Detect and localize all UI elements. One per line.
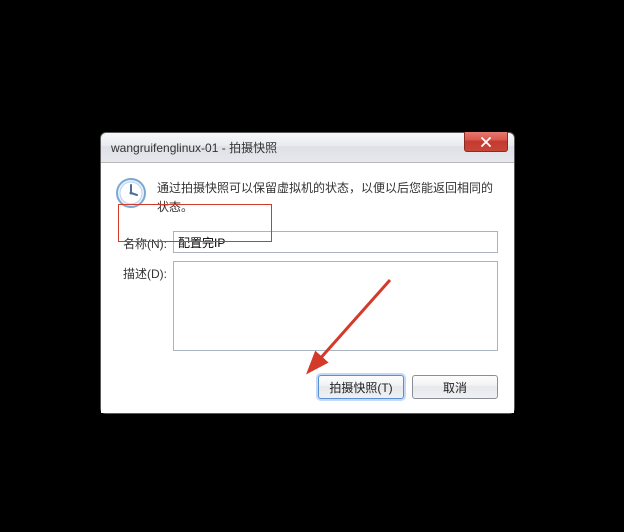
close-button[interactable] — [464, 132, 508, 152]
cancel-button[interactable]: 取消 — [412, 375, 498, 399]
name-row: 名称(N): — [115, 231, 498, 253]
clock-icon — [115, 177, 147, 209]
take-snapshot-button[interactable]: 拍摄快照(T) — [318, 375, 404, 399]
dialog-body: 通过拍摄快照可以保留虚拟机的状态，以便以后您能返回相同的状态。 名称(N): 描… — [101, 163, 514, 369]
titlebar[interactable]: wangruifenglinux-01 - 拍摄快照 — [101, 133, 514, 163]
name-input[interactable] — [173, 231, 498, 253]
snapshot-dialog: wangruifenglinux-01 - 拍摄快照 通过拍摄快照可以保留虚拟机… — [100, 132, 515, 414]
button-row: 拍摄快照(T) 取消 — [101, 369, 514, 413]
description-row: 描述(D): — [115, 261, 498, 351]
info-text: 通过拍摄快照可以保留虚拟机的状态，以便以后您能返回相同的状态。 — [157, 177, 498, 217]
description-input[interactable] — [173, 261, 498, 351]
close-icon — [480, 137, 492, 147]
description-label: 描述(D): — [115, 261, 173, 282]
name-label: 名称(N): — [115, 231, 173, 252]
window-title: wangruifenglinux-01 - 拍摄快照 — [111, 139, 514, 156]
info-row: 通过拍摄快照可以保留虚拟机的状态，以便以后您能返回相同的状态。 — [115, 177, 498, 217]
